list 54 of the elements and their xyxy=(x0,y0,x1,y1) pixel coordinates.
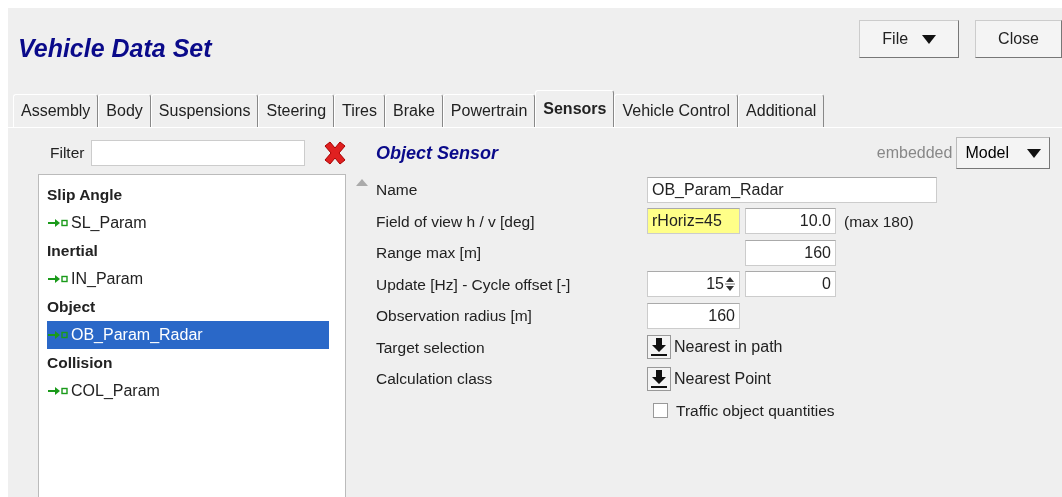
tree-group-label[interactable]: Object xyxy=(47,293,345,321)
tab[interactable]: Powertrain xyxy=(442,94,536,127)
window-title: Vehicle Data Set xyxy=(18,33,212,64)
close-button[interactable]: Close xyxy=(975,20,1062,58)
field-label: Observation radius [m] xyxy=(376,306,533,327)
tab[interactable]: Steering xyxy=(258,94,335,127)
download-icon[interactable] xyxy=(647,366,671,391)
tree-item[interactable]: IN_Param xyxy=(47,265,329,293)
tree-group-label[interactable]: Inertial xyxy=(47,237,345,265)
field-note: (max 180) xyxy=(844,211,915,232)
section-title: Object Sensor xyxy=(376,141,499,165)
checkbox[interactable] xyxy=(653,402,668,418)
spinner-field[interactable]: 15 xyxy=(647,271,740,298)
field-label: Update [Hz] - Cycle offset [-] xyxy=(376,274,572,295)
tree-item[interactable]: OB_Param_Radar xyxy=(47,321,329,349)
field-label: Target selection xyxy=(376,337,486,358)
tab[interactable]: Tires xyxy=(334,94,385,127)
field-label: Name xyxy=(376,180,419,201)
tab[interactable]: Vehicle Control xyxy=(614,94,739,127)
input-field[interactable]: 160 xyxy=(647,302,740,329)
checkbox-label: Traffic object quantities xyxy=(676,400,835,421)
caret-icon xyxy=(922,34,937,44)
field-label: Range max [m] xyxy=(376,243,483,264)
input-field[interactable]: 160 xyxy=(745,239,836,266)
tree-group-label[interactable]: Slip Angle xyxy=(47,181,345,209)
field-label: Field of view h / v [deg] xyxy=(376,211,536,232)
filter-label: Filter xyxy=(50,143,85,164)
arrow-link-icon xyxy=(47,329,69,341)
input-field[interactable]: OB_Param_Radar xyxy=(647,176,937,203)
arrow-link-icon xyxy=(47,385,69,397)
tree-group-label[interactable]: Collision xyxy=(47,349,345,377)
input-field[interactable]: rHoriz=45 xyxy=(647,208,740,235)
arrow-link-icon xyxy=(47,273,69,285)
choice-selector[interactable]: Nearest in path xyxy=(647,335,1062,360)
model-dropdown[interactable]: Model xyxy=(956,137,1050,169)
tab[interactable]: Brake xyxy=(385,94,443,127)
tab[interactable]: Suspensions xyxy=(150,94,259,127)
choice-selector[interactable]: Nearest Point xyxy=(647,366,1062,391)
download-icon[interactable] xyxy=(647,335,671,360)
field-label: Calculation class xyxy=(376,369,494,390)
caret-icon xyxy=(1027,148,1041,158)
tree-item[interactable]: COL_Param xyxy=(47,377,329,405)
input-field[interactable]: 0 xyxy=(745,271,836,298)
tab[interactable]: Sensors xyxy=(535,90,615,127)
tab[interactable]: Additional xyxy=(738,94,825,127)
arrow-link-icon xyxy=(47,217,69,229)
file-menu-button[interactable]: File xyxy=(859,20,960,58)
filter-field[interactable] xyxy=(91,140,306,166)
tree-item[interactable]: SL_Param xyxy=(47,209,329,237)
tab[interactable]: Body xyxy=(98,94,151,127)
mode-label: embedded xyxy=(876,143,953,163)
tab[interactable]: Assembly xyxy=(13,94,99,127)
spinner-arrows-icon[interactable] xyxy=(725,276,735,293)
input-field[interactable]: 10.0 xyxy=(745,208,836,235)
